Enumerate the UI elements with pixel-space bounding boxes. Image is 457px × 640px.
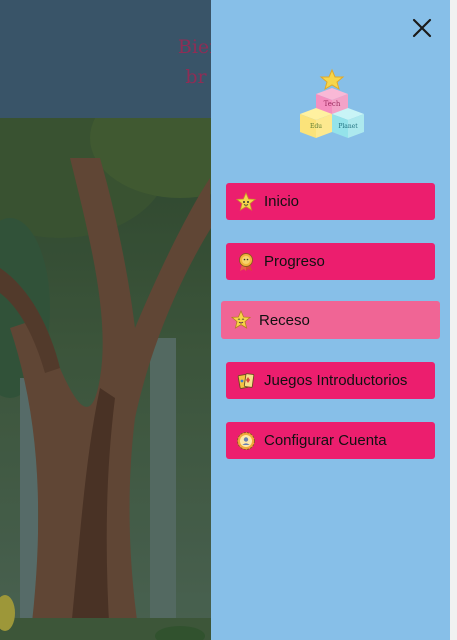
logo-word-right: Planet — [338, 123, 358, 130]
menu-label: Configurar Cuenta — [264, 432, 387, 449]
happy-star-icon — [231, 310, 251, 329]
menu-item-receso[interactable]: Receso — [221, 301, 440, 339]
logo-word-left: Edu — [310, 123, 322, 130]
menu-item-inicio[interactable]: Inicio — [226, 183, 435, 220]
award-badge-icon — [239, 252, 253, 271]
close-icon — [412, 18, 432, 38]
techedu-planet-logo[interactable]: Tech Edu Planet — [298, 68, 366, 140]
menu-label: Receso — [259, 311, 310, 329]
menu-label: Progreso — [264, 253, 325, 270]
menu-item-configurar-cuenta[interactable]: Configurar Cuenta — [226, 422, 435, 459]
menu-label: Juegos Introductorios — [264, 372, 408, 389]
user-gear-icon — [237, 431, 255, 450]
logo-word-top: Tech — [324, 100, 341, 108]
menu-item-progreso[interactable]: Progreso — [226, 243, 435, 280]
star-face-icon — [236, 191, 256, 211]
menu-item-juegos-introductorios[interactable]: Juegos Introductorios — [226, 362, 435, 399]
game-cards-icon — [237, 372, 255, 389]
close-button[interactable] — [410, 16, 434, 40]
menu-label: Inicio — [264, 193, 300, 210]
scrollbar-track[interactable] — [450, 0, 457, 640]
